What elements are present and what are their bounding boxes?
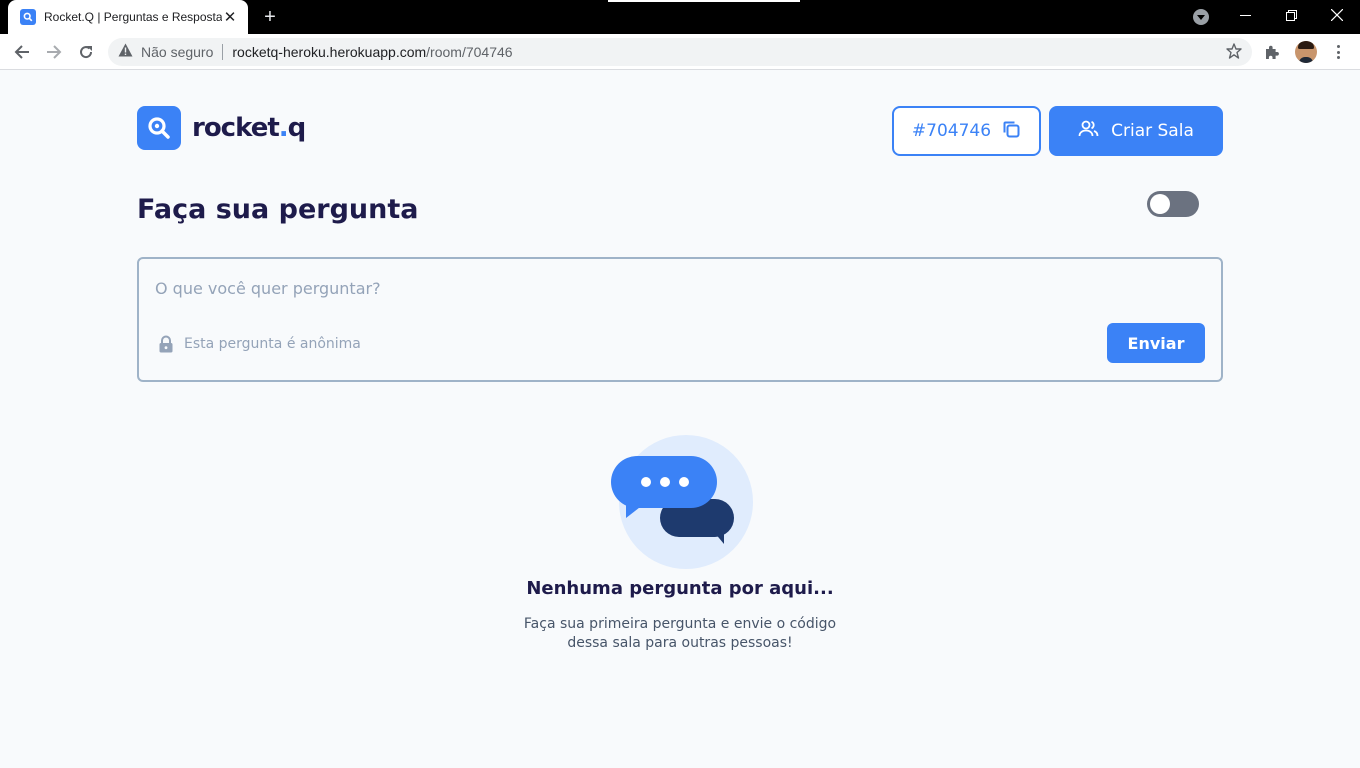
logo-text: rocket.q (192, 113, 306, 143)
reload-icon[interactable] (72, 38, 100, 66)
theme-toggle[interactable] (1147, 191, 1199, 217)
bookmark-star-icon[interactable] (1226, 43, 1242, 64)
chat-bubbles-icon (604, 432, 756, 577)
empty-state-title: Nenhuma pergunta por aqui... (526, 578, 834, 599)
close-window-button[interactable] (1314, 0, 1360, 30)
minimize-button[interactable] (1222, 0, 1268, 30)
create-room-button[interactable]: Criar Sala (1049, 106, 1223, 156)
omnibox-divider (222, 44, 224, 60)
tab-title: Rocket.Q | Perguntas e Respostas (44, 10, 222, 24)
browser-menu-icon[interactable] (1330, 43, 1346, 61)
extensions-puzzle-icon[interactable] (1264, 44, 1280, 65)
tab-close-icon[interactable]: ✕ (222, 8, 238, 26)
new-tab-button[interactable]: + (260, 6, 280, 28)
room-code-copy-button[interactable]: #704746 (892, 106, 1041, 156)
logo-search-icon (137, 106, 181, 150)
profile-avatar[interactable] (1295, 41, 1317, 63)
toggle-knob (1150, 194, 1170, 214)
question-input[interactable] (155, 273, 1195, 303)
question-form: Esta pergunta é anônima Enviar (137, 257, 1223, 382)
tab-strip: Rocket.Q | Perguntas e Respostas ✕ + (0, 0, 1360, 34)
anonymous-note: Esta pergunta é anônima (184, 336, 361, 352)
empty-state-text: Faça sua primeira pergunta e envie o cód… (523, 616, 837, 651)
create-room-label: Criar Sala (1111, 121, 1194, 141)
room-code: #704746 (911, 121, 992, 141)
page: rocket.q #704746 Criar Sala Faça sua per… (0, 70, 1360, 768)
window-drag-indicator (608, 0, 800, 2)
browser-tab[interactable]: Rocket.Q | Perguntas e Respostas ✕ (8, 0, 248, 34)
address-bar[interactable]: Não seguro rocketq-heroku.herokuapp.com /… (108, 38, 1252, 66)
lock-icon (158, 335, 174, 358)
warning-icon[interactable] (118, 43, 133, 62)
tab-search-icon[interactable] (1193, 9, 1209, 25)
copy-icon (1001, 119, 1021, 144)
browser-toolbar: Não seguro rocketq-heroku.herokuapp.com /… (0, 34, 1360, 70)
search-icon (20, 9, 36, 25)
forward-icon[interactable] (40, 38, 68, 66)
restore-button[interactable] (1268, 0, 1314, 30)
rocketq-logo[interactable]: rocket.q (137, 106, 306, 150)
security-status[interactable]: Não seguro (141, 44, 213, 60)
url-path: /room/704746 (426, 44, 513, 60)
url-host: rocketq-heroku.herokuapp.com (232, 44, 427, 60)
send-button[interactable]: Enviar (1107, 323, 1205, 363)
users-icon (1078, 119, 1099, 144)
back-icon[interactable] (8, 38, 36, 66)
page-title: Faça sua pergunta (137, 194, 419, 225)
